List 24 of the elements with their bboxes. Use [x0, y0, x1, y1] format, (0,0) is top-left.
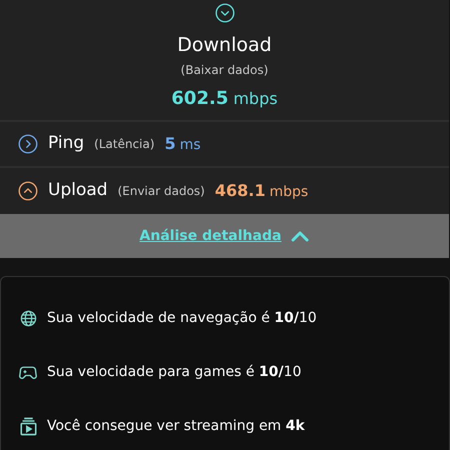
metric-title: Download: [177, 33, 272, 58]
details-link[interactable]: Análise detalhada: [140, 226, 310, 246]
metric-unit: mbps: [233, 88, 278, 110]
chevron-right-icon: [18, 134, 38, 154]
metric-value: 468.1: [214, 180, 266, 202]
metric-title: Upload: [48, 179, 108, 202]
metric-value: 602.5: [171, 87, 228, 111]
insight-text: Sua velocidade de navegação é 10/10: [47, 308, 317, 328]
details-label: Análise detalhada: [140, 226, 282, 246]
globe-icon: [20, 310, 36, 326]
metric-value: 5: [164, 133, 176, 155]
metric-subtitle: (Enviar dados): [118, 183, 205, 200]
gamepad-icon: [19, 364, 37, 380]
chevron-down-icon: [214, 3, 234, 23]
streaming-icon: [20, 416, 36, 436]
metric-subtitle: (Latência): [94, 136, 155, 153]
insight-text: Sua velocidade para games é 10/10: [47, 362, 302, 382]
chevron-up-icon: [291, 230, 310, 242]
metric-subtitle: (Baixar dados): [180, 62, 268, 79]
metric-title: Ping: [48, 132, 84, 156]
insight-text: Você consegue ver streaming em 4k: [47, 416, 305, 436]
metric-unit: mbps: [269, 183, 308, 202]
chevron-up-icon: [18, 181, 38, 201]
metric-unit: ms: [180, 136, 201, 155]
